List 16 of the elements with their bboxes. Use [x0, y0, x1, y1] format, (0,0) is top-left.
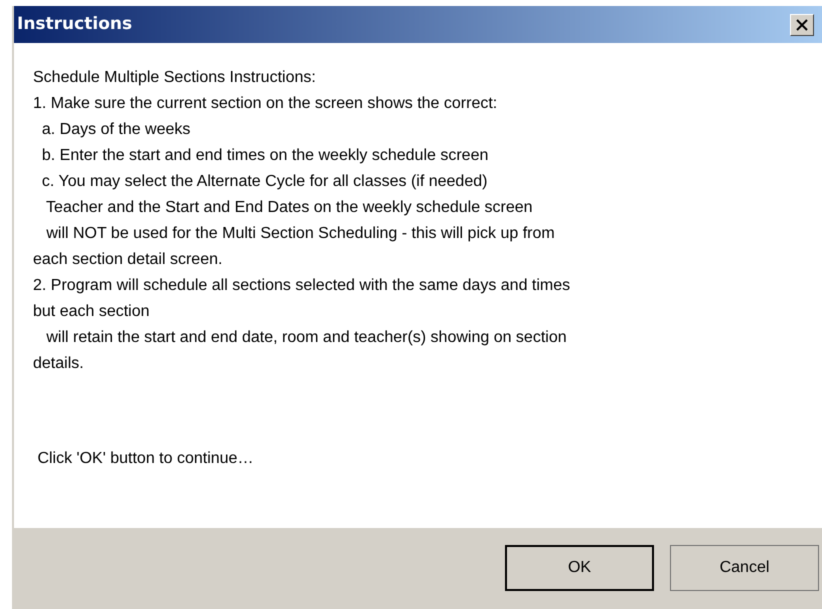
- instruction-line: a. Days of the weeks: [40, 120, 190, 140]
- instruction-line: Schedule Multiple Sections Instructions:: [33, 68, 316, 88]
- window-title: Instructions: [17, 12, 132, 36]
- instruction-line: will retain the start and end date, room and teacher(s) showing on section: [45, 328, 567, 348]
- instruction-line: each section detail screen.: [33, 250, 222, 270]
- ok-button[interactable]: OK: [505, 545, 654, 591]
- instruction-line: will NOT be used for the Multi Section Scheduling - this will pick up from: [45, 224, 555, 244]
- instruction-line: but each section: [33, 302, 150, 322]
- prompt-text: Click 'OK' button to continue…: [36, 449, 254, 469]
- instruction-line: c. You may select the Alternate Cycle for all classes (if needed): [40, 172, 488, 192]
- instruction-line: 1. Make sure the current section on the screen shows the correct:: [33, 94, 498, 114]
- instruction-line: details.: [33, 354, 84, 374]
- instruction-line: Teacher and the Start and End Dates on the weekly schedule screen: [45, 198, 533, 218]
- instruction-line: 2. Program will schedule all sections selected with the same days and times: [33, 276, 570, 296]
- cancel-button[interactable]: Cancel: [670, 545, 819, 591]
- instruction-line: b. Enter the start and end times on the weekly schedule screen: [40, 146, 488, 166]
